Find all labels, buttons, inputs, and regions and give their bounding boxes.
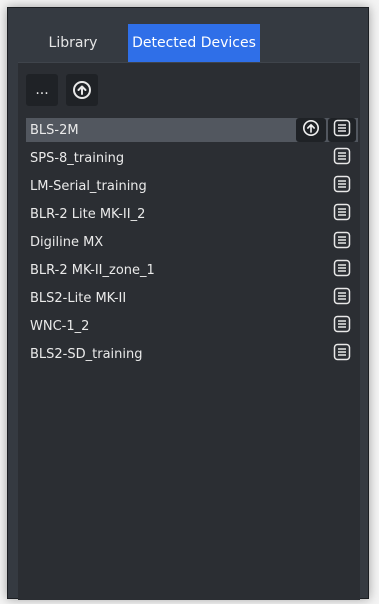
- list-menu-icon: [333, 231, 351, 253]
- list-menu-icon: [333, 175, 351, 197]
- device-row-sps-8-training[interactable]: SPS-8_training: [26, 146, 358, 170]
- row-actions: [328, 174, 356, 198]
- device-row-blr-2-lite-mk-ii-2[interactable]: BLR-2 Lite MK-II_2: [26, 202, 358, 226]
- device-menu-button[interactable]: [328, 202, 356, 226]
- tab-detected-devices[interactable]: Detected Devices: [128, 24, 260, 62]
- device-name: BLS2-Lite MK-II: [30, 290, 127, 306]
- device-name: Digiline MX: [30, 234, 104, 250]
- list-menu-icon: [333, 119, 351, 141]
- row-actions: [328, 146, 356, 170]
- device-row-bls2-sd-training[interactable]: BLS2-SD_training: [26, 342, 358, 366]
- device-row-lm-serial-training[interactable]: LM-Serial_training: [26, 174, 358, 198]
- row-actions: [328, 286, 356, 310]
- more-button[interactable]: ...: [26, 74, 58, 106]
- device-menu-button[interactable]: [328, 118, 356, 142]
- upload-button[interactable]: [66, 74, 98, 106]
- tab-bar: Library Detected Devices: [18, 24, 260, 62]
- device-menu-button[interactable]: [328, 258, 356, 282]
- detected-devices-panel: ... BLS-2M SPS-8_training LM-Serial_trai…: [18, 62, 360, 600]
- row-actions: [328, 258, 356, 282]
- row-actions: [328, 230, 356, 254]
- devices-window: Library Detected Devices ... BLS-2M SPS-…: [7, 7, 369, 600]
- device-row-bls-2m[interactable]: BLS-2M: [26, 118, 358, 142]
- device-menu-button[interactable]: [328, 230, 356, 254]
- toolbar: ...: [26, 74, 98, 106]
- device-menu-button[interactable]: [328, 342, 356, 366]
- device-menu-button[interactable]: [328, 174, 356, 198]
- device-menu-button[interactable]: [328, 286, 356, 310]
- device-row-digiline-mx[interactable]: Digiline MX: [26, 230, 358, 254]
- device-name: LM-Serial_training: [30, 178, 147, 194]
- device-list: BLS-2M SPS-8_training LM-Serial_training…: [26, 118, 358, 370]
- device-name: BLS2-SD_training: [30, 346, 143, 362]
- device-name: BLS-2M: [30, 122, 79, 138]
- tab-library[interactable]: Library: [18, 24, 128, 62]
- device-menu-button[interactable]: [328, 146, 356, 170]
- device-row-bls2-lite-mk-ii[interactable]: BLS2-Lite MK-II: [26, 286, 358, 310]
- row-actions: [328, 342, 356, 366]
- device-row-blr-2-mk-ii-zone-1[interactable]: BLR-2 MK-II_zone_1: [26, 258, 358, 282]
- list-menu-icon: [333, 287, 351, 309]
- row-actions: [296, 118, 356, 142]
- list-menu-icon: [333, 203, 351, 225]
- device-name: SPS-8_training: [30, 150, 125, 166]
- list-menu-icon: [333, 259, 351, 281]
- row-actions: [328, 202, 356, 226]
- upload-circle-icon: [302, 119, 320, 141]
- device-upload-button[interactable]: [296, 118, 326, 142]
- row-actions: [328, 314, 356, 338]
- device-row-wnc-1-2[interactable]: WNC-1_2: [26, 314, 358, 338]
- list-menu-icon: [333, 315, 351, 337]
- device-name: BLR-2 Lite MK-II_2: [30, 206, 146, 222]
- device-menu-button[interactable]: [328, 314, 356, 338]
- upload-circle-icon: [72, 80, 92, 100]
- device-name: BLR-2 MK-II_zone_1: [30, 262, 155, 278]
- list-menu-icon: [333, 147, 351, 169]
- list-menu-icon: [333, 343, 351, 365]
- device-name: WNC-1_2: [30, 318, 90, 334]
